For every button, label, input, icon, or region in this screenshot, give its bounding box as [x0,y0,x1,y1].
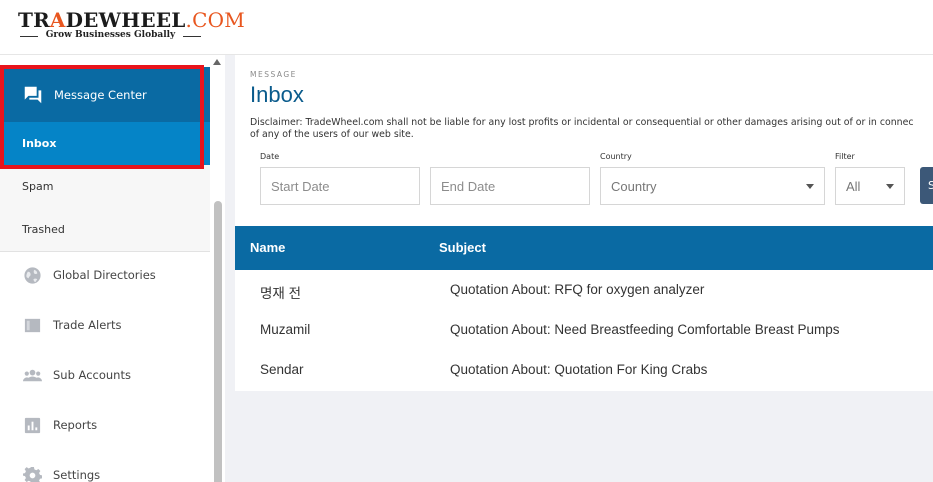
table-row[interactable]: Muzamil Quotation About: Need Breastfeed… [235,311,933,351]
start-date-input[interactable]: Start Date [260,167,420,205]
column-header-subject[interactable]: Subject [439,240,486,255]
inbox-panel: MESSAGE Inbox Disclaimer: TradeWheel.com… [235,55,933,391]
row-name: Muzamil [260,322,311,337]
bar-chart-icon [24,417,41,433]
sidebar-item-reports[interactable]: Reports [0,400,210,450]
section-eyebrow: MESSAGE [250,70,297,79]
filter-select[interactable]: All [835,167,905,205]
tradewheel-logo[interactable]: TRADEWHEEL.COM Grow Businesses Globally [18,8,245,42]
search-button[interactable]: S [920,167,933,204]
row-subject[interactable]: Quotation About: Need Breastfeeding Comf… [450,322,839,337]
chat-bubbles-icon [24,86,42,103]
gear-icon [23,466,42,482]
sidebar-item-global-directories[interactable]: Global Directories [0,250,210,300]
page-title: Inbox [250,82,304,107]
sidebar-item-message-center[interactable]: Message Center [0,67,210,122]
chevron-down-icon [806,184,814,189]
top-header: TRADEWHEEL.COM Grow Businesses Globally [0,0,933,55]
trade-alerts-icon [24,318,41,332]
end-date-input[interactable]: End Date [430,167,590,205]
scrollbar-thumb[interactable] [214,201,222,482]
sidebar-item-trade-alerts[interactable]: Trade Alerts [0,300,210,350]
message-center-label: Message Center [54,87,147,102]
row-subject[interactable]: Quotation About: RFQ for oxygen analyzer [450,282,704,297]
logo-tagline: Grow Businesses Globally [18,30,203,42]
table-row[interactable]: Sendar Quotation About: Quotation For Ki… [235,351,933,391]
column-header-name[interactable]: Name [250,240,285,255]
country-label: Country [600,152,632,161]
table-header: Name Subject [235,226,933,270]
table-row[interactable]: 명재 전 Quotation About: RFQ for oxygen ana… [235,271,933,311]
settings-label: Settings [53,468,101,482]
sidebar-item-inbox[interactable]: Inbox [0,122,210,165]
sidebar-item-trashed[interactable]: Trashed [0,208,210,251]
scroll-up-arrow-icon[interactable] [213,59,221,65]
trade-alerts-label: Trade Alerts [53,318,122,332]
sidebar-item-sub-accounts[interactable]: Sub Accounts [0,350,210,400]
date-label: Date [260,152,280,161]
sidebar-item-spam[interactable]: Spam [0,165,210,208]
logo-wordmark: TRADEWHEEL.COM [18,8,245,32]
filter-label: Filter [835,152,855,161]
country-select[interactable]: Country [600,167,825,205]
chevron-down-icon [886,184,894,189]
sub-accounts-label: Sub Accounts [53,368,131,382]
row-name: Sendar [260,362,304,377]
sidebar-item-settings[interactable]: Settings [0,450,210,482]
reports-label: Reports [53,418,98,432]
global-directories-label: Global Directories [53,268,156,282]
row-name: 명재 전 [260,286,302,301]
globe-icon [24,266,41,284]
users-icon [23,369,42,381]
sidebar: Message Center Inbox Spam Trashed Global… [0,55,225,482]
disclaimer-text: Disclaimer: TradeWheel.com shall not be … [250,117,914,140]
row-subject[interactable]: Quotation About: Quotation For King Crab… [450,362,707,377]
